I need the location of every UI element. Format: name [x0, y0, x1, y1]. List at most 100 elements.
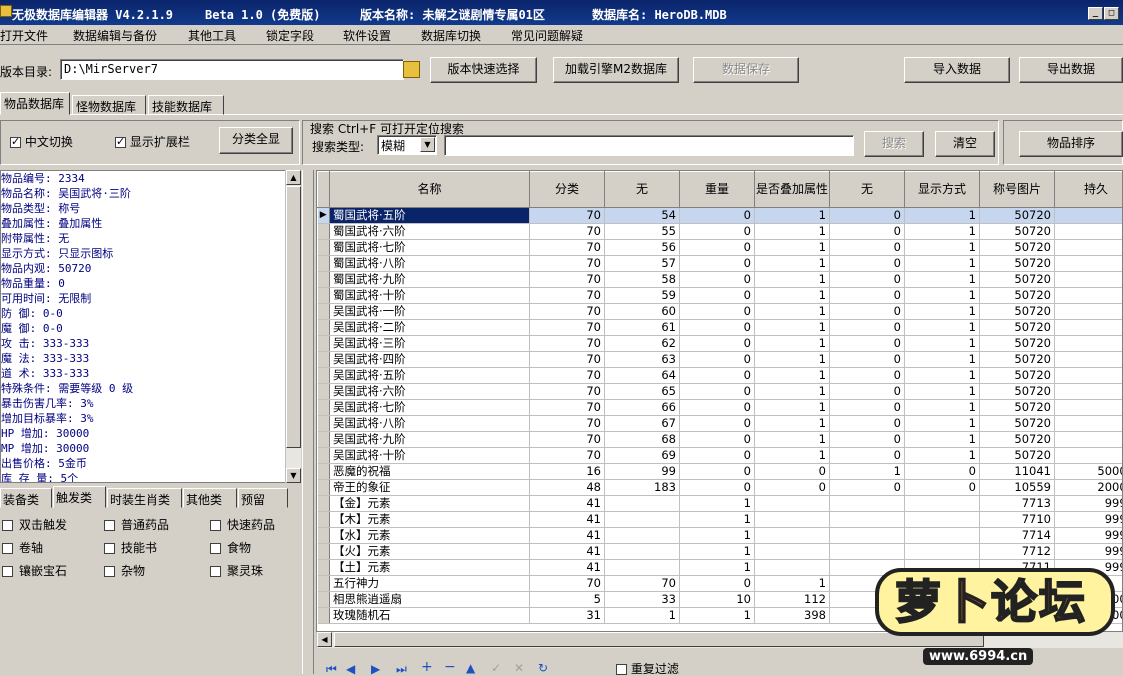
- grid-cell[interactable]: 【水】元素: [330, 528, 530, 544]
- grid-cell[interactable]: 62: [605, 336, 680, 352]
- grid-cell[interactable]: 50720: [980, 272, 1055, 288]
- table-row[interactable]: 吴国武将·八阶70670101507200: [318, 416, 1123, 432]
- grid-cell[interactable]: 70: [530, 400, 605, 416]
- grid-cell[interactable]: 0: [1055, 400, 1123, 416]
- grid-cell[interactable]: 10: [680, 592, 755, 608]
- menu-settings[interactable]: 软件设置: [343, 27, 391, 44]
- grid-cell[interactable]: 50720: [980, 208, 1055, 224]
- grid-cell[interactable]: 帝王的象征: [330, 480, 530, 496]
- grid-cell[interactable]: 41: [530, 512, 605, 528]
- grid-cell[interactable]: 70: [605, 576, 680, 592]
- clear-button[interactable]: 清空: [935, 131, 995, 157]
- scroll-thumb[interactable]: [286, 186, 301, 448]
- row-indicator[interactable]: [318, 480, 330, 496]
- grid-cell[interactable]: 1: [755, 432, 830, 448]
- grid-cell[interactable]: [755, 544, 830, 560]
- grid-cell[interactable]: 1: [905, 336, 980, 352]
- grid-cell[interactable]: 0: [1055, 336, 1123, 352]
- scroll-up-icon[interactable]: ▲: [286, 170, 301, 185]
- chevron-down-icon[interactable]: ▼: [420, 137, 435, 152]
- grid-cell[interactable]: 7714: [980, 528, 1055, 544]
- grid-cell[interactable]: 59: [605, 288, 680, 304]
- checkbox-icon[interactable]: [210, 520, 221, 531]
- grid-cell[interactable]: 60: [605, 304, 680, 320]
- grid-cell[interactable]: 50720: [980, 352, 1055, 368]
- grid-cell[interactable]: 0: [1055, 320, 1123, 336]
- table-row[interactable]: 【木】元素41177109999: [318, 512, 1123, 528]
- grid-cell[interactable]: 0: [680, 448, 755, 464]
- grid-cell[interactable]: 9999: [1055, 528, 1123, 544]
- grid-cell[interactable]: [905, 544, 980, 560]
- grid-cell[interactable]: 9999: [1055, 544, 1123, 560]
- grid-cell[interactable]: 相思熊逍遥扇: [330, 592, 530, 608]
- grid-cell[interactable]: 70: [530, 224, 605, 240]
- grid-cell[interactable]: [830, 544, 905, 560]
- row-indicator[interactable]: [318, 496, 330, 512]
- row-indicator[interactable]: [318, 560, 330, 576]
- grid-cell[interactable]: 0: [680, 400, 755, 416]
- grid-cell[interactable]: 吴国武将·一阶: [330, 304, 530, 320]
- grid-cell[interactable]: 0: [1055, 304, 1123, 320]
- grid-cell[interactable]: 48: [530, 480, 605, 496]
- grid-cell[interactable]: 五行神力: [330, 576, 530, 592]
- category-tab[interactable]: 时装生肖类: [107, 488, 182, 508]
- category-tab[interactable]: 其他类: [183, 488, 237, 508]
- show-ext-toggle[interactable]: 显示扩展栏: [115, 133, 190, 150]
- grid-column-header[interactable]: 是否叠加属性: [755, 172, 830, 208]
- checkbox-icon[interactable]: [2, 566, 13, 577]
- grid-cell[interactable]: 1: [680, 608, 755, 624]
- row-indicator[interactable]: [318, 576, 330, 592]
- grid-cell[interactable]: 0: [680, 224, 755, 240]
- grid-cell[interactable]: 50720: [980, 384, 1055, 400]
- search-type-select[interactable]: 模糊▼: [377, 135, 437, 155]
- quick-select-button[interactable]: 版本快速选择: [430, 57, 537, 83]
- grid-cell[interactable]: 0: [1055, 288, 1123, 304]
- grid-cell[interactable]: 吴国武将·九阶: [330, 432, 530, 448]
- row-pointer-icon[interactable]: ▶: [318, 208, 330, 224]
- grid-cell[interactable]: 玫瑰随机石: [330, 608, 530, 624]
- menu-db-switch[interactable]: 数据库切换: [421, 27, 481, 44]
- grid-cell[interactable]: 1: [905, 448, 980, 464]
- grid-cell[interactable]: [830, 496, 905, 512]
- grid-cell[interactable]: 69: [605, 448, 680, 464]
- grid-cell[interactable]: 1: [755, 400, 830, 416]
- grid-cell[interactable]: 70: [530, 320, 605, 336]
- grid-cell[interactable]: 1: [905, 208, 980, 224]
- grid-cell[interactable]: 112: [755, 592, 830, 608]
- checkbox-icon[interactable]: [210, 566, 221, 577]
- grid-cell[interactable]: 1: [680, 560, 755, 576]
- grid-cell[interactable]: 0: [830, 336, 905, 352]
- grid-cell[interactable]: 1: [755, 336, 830, 352]
- row-indicator[interactable]: [318, 304, 330, 320]
- table-row[interactable]: ▶蜀国武将·五阶70540101507200: [318, 208, 1123, 224]
- grid-cell[interactable]: 41: [530, 544, 605, 560]
- row-indicator[interactable]: [318, 224, 330, 240]
- grid-cell[interactable]: 66: [605, 400, 680, 416]
- grid-cell[interactable]: 蜀国武将·七阶: [330, 240, 530, 256]
- category-checkbox[interactable]: 聚灵珠: [210, 562, 263, 579]
- grid-cell[interactable]: 1: [755, 368, 830, 384]
- grid-cell[interactable]: 70: [530, 288, 605, 304]
- grid-cell[interactable]: 0: [680, 288, 755, 304]
- grid-cell[interactable]: 50720: [980, 416, 1055, 432]
- nav-delete-icon[interactable]: −: [444, 661, 456, 673]
- grid-column-header[interactable]: 分类: [530, 172, 605, 208]
- grid-cell[interactable]: 【火】元素: [330, 544, 530, 560]
- table-row[interactable]: 【火】元素41177129999: [318, 544, 1123, 560]
- nav-post-icon[interactable]: ✓: [491, 662, 501, 674]
- grid-cell[interactable]: 70: [530, 576, 605, 592]
- grid-cell[interactable]: 0: [680, 208, 755, 224]
- tab-skills[interactable]: 技能数据库: [148, 95, 224, 115]
- checkbox-icon[interactable]: [2, 543, 13, 554]
- search-button[interactable]: 搜索: [864, 131, 924, 157]
- category-checkbox[interactable]: 卷轴: [2, 539, 43, 556]
- checkbox-icon[interactable]: [104, 543, 115, 554]
- grid-cell[interactable]: 65: [605, 384, 680, 400]
- grid-cell[interactable]: 50720: [980, 224, 1055, 240]
- grid-cell[interactable]: 0: [1055, 272, 1123, 288]
- grid-cell[interactable]: 70: [530, 432, 605, 448]
- export-button[interactable]: 导出数据: [1019, 57, 1123, 83]
- grid-cell[interactable]: 0: [680, 336, 755, 352]
- category-tab[interactable]: 触发类: [53, 486, 106, 508]
- grid-cell[interactable]: 1: [755, 288, 830, 304]
